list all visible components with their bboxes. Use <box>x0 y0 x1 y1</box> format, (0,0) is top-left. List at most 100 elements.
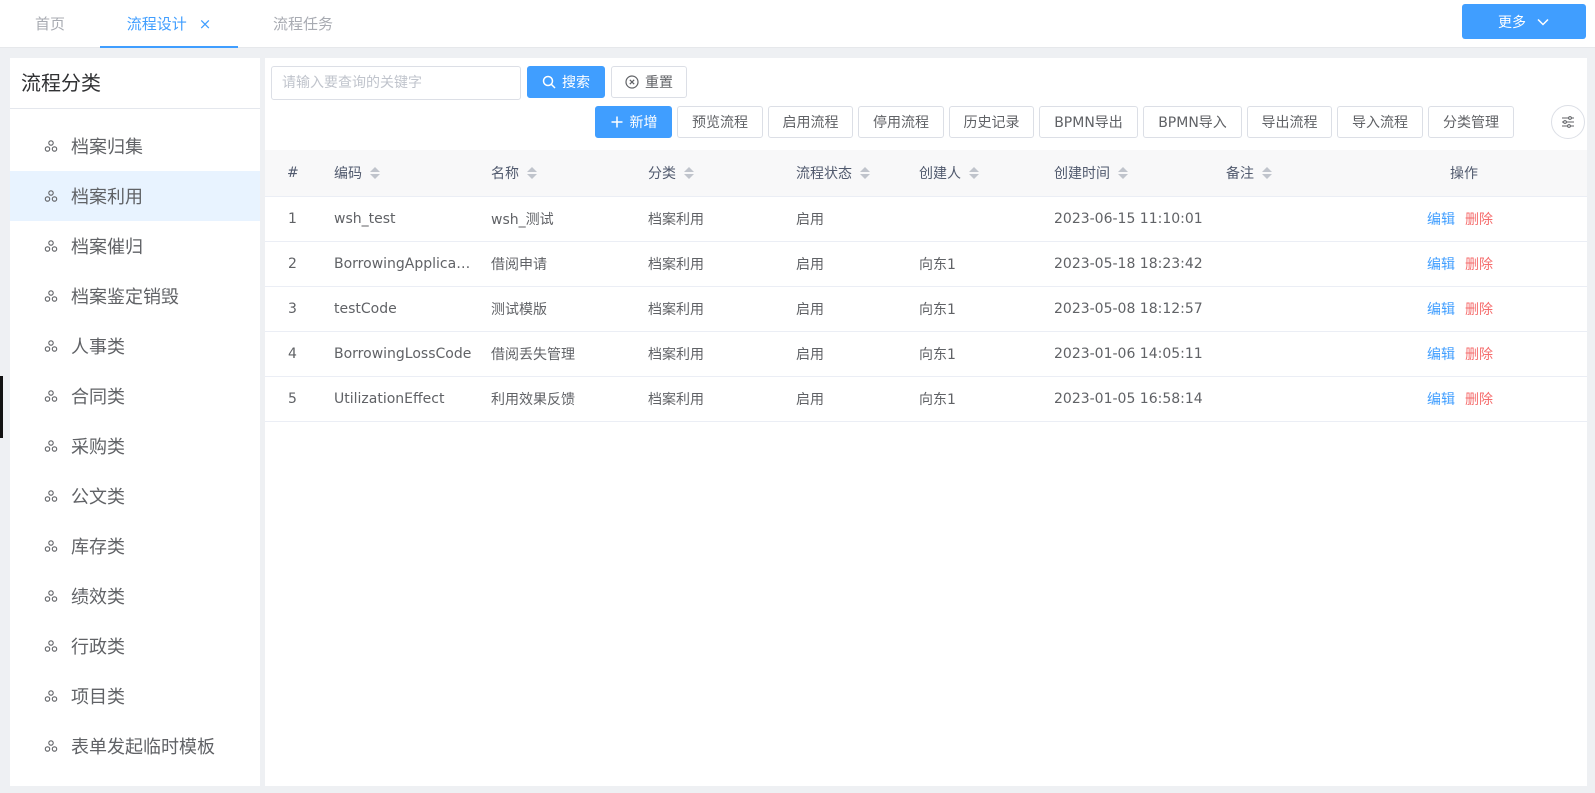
sidebar-item[interactable]: 档案催归 <box>10 221 260 271</box>
table-row[interactable]: 4 BorrowingLossCode 借阅丢失管理 档案利用 启用 向东1 2… <box>265 332 1587 377</box>
sort-icon[interactable] <box>370 167 380 179</box>
table-row[interactable]: 3 testCode 测试模版 档案利用 启用 向东1 2023-05-08 1… <box>265 287 1587 332</box>
cell-index: 4 <box>288 346 297 362</box>
category-node-icon <box>44 489 58 503</box>
category-node-icon <box>44 239 58 253</box>
sort-icon[interactable] <box>684 167 694 179</box>
sort-icon[interactable] <box>969 167 979 179</box>
column-settings-button[interactable] <box>1551 105 1585 139</box>
close-icon[interactable]: × <box>199 15 212 33</box>
sidebar-item-label: 档案催归 <box>71 237 143 258</box>
cell-category: 档案利用 <box>648 392 704 408</box>
cell-created: 2023-01-06 14:05:11 <box>1054 346 1203 362</box>
sidebar-item[interactable]: 合同类 <box>10 371 260 421</box>
header-remark-label: 备注 <box>1226 166 1254 182</box>
header-created[interactable]: 创建时间 <box>1054 163 1128 183</box>
sidebar-item-label: 库存类 <box>71 537 125 558</box>
more-button[interactable]: 更多 <box>1462 4 1586 39</box>
header-status[interactable]: 流程状态 <box>796 163 870 183</box>
sidebar-item-label: 合同类 <box>71 387 125 408</box>
reset-button[interactable]: 重置 <box>611 66 687 98</box>
sidebar-item[interactable]: 档案利用 <box>10 171 260 221</box>
sort-icon[interactable] <box>527 167 537 179</box>
sort-icon[interactable] <box>1262 167 1272 179</box>
export-process-button[interactable]: 导出流程 <box>1247 106 1332 138</box>
cell-name: 借阅丢失管理 <box>491 347 575 363</box>
header-creator[interactable]: 创建人 <box>919 163 979 183</box>
cell-creator: 向东1 <box>919 392 956 408</box>
delete-link[interactable]: 删除 <box>1465 302 1493 318</box>
sidebar-item[interactable]: 行政类 <box>10 621 260 671</box>
cell-code: testCode <box>334 301 397 317</box>
edit-link[interactable]: 编辑 <box>1427 347 1455 363</box>
edit-link[interactable]: 编辑 <box>1427 392 1455 408</box>
cell-creator: 向东1 <box>919 347 956 363</box>
header-category[interactable]: 分类 <box>648 163 694 183</box>
history-button[interactable]: 历史记录 <box>949 106 1034 138</box>
sidebar-item[interactable]: 采购类 <box>10 421 260 471</box>
sidebar-title: 流程分类 <box>10 58 260 109</box>
delete-link[interactable]: 删除 <box>1465 347 1493 363</box>
cell-category: 档案利用 <box>648 347 704 363</box>
enable-process-button[interactable]: 启用流程 <box>768 106 853 138</box>
delete-link[interactable]: 删除 <box>1465 392 1493 408</box>
reset-button-label: 重置 <box>645 75 673 91</box>
search-input[interactable] <box>271 66 521 100</box>
sidebar-item[interactable]: 人事类 <box>10 321 260 371</box>
process-table: # 编码 名称 分类 流程状态 创建人 创建时间 备注 操作 1 wsh_tes… <box>265 150 1587 422</box>
preview-process-button[interactable]: 预览流程 <box>677 106 763 138</box>
table-row[interactable]: 2 BorrowingApplicat... 借阅申请 档案利用 启用 向东1 … <box>265 242 1587 287</box>
sidebar-item[interactable]: 表单发起临时模板 <box>10 721 260 771</box>
main-panel: 搜索 重置 新增 预览流程 启用流程 停用流程 历史记录 BPMN导出 BPMN… <box>265 58 1587 786</box>
header-remark[interactable]: 备注 <box>1226 163 1272 183</box>
delete-link[interactable]: 删除 <box>1465 257 1493 273</box>
sidebar-item-label: 表单发起临时模板 <box>71 737 215 758</box>
tab-home[interactable]: 首页 <box>20 0 80 48</box>
category-node-icon <box>44 339 58 353</box>
tab-process-design-label: 流程设计 <box>126 15 187 33</box>
edit-link[interactable]: 编辑 <box>1427 302 1455 318</box>
sidebar-item-label: 档案利用 <box>71 187 143 208</box>
header-code[interactable]: 编码 <box>334 163 380 183</box>
cell-created: 2023-05-18 18:23:42 <box>1054 256 1203 272</box>
table-row[interactable]: 5 UtilizationEffect 利用效果反馈 档案利用 启用 向东1 2… <box>265 377 1587 422</box>
sidebar-item-label: 人事类 <box>71 337 125 358</box>
add-button[interactable]: 新增 <box>595 106 672 138</box>
sidebar-item[interactable]: 档案鉴定销毁 <box>10 271 260 321</box>
bpmn-import-button[interactable]: BPMN导入 <box>1143 106 1242 138</box>
cell-creator: 向东1 <box>919 257 956 273</box>
sidebar-item[interactable]: 档案归集 <box>10 121 260 171</box>
header-index: # <box>287 165 299 181</box>
cell-category: 档案利用 <box>648 212 704 228</box>
search-icon <box>542 75 556 89</box>
tab-process-design[interactable]: 流程设计 × <box>100 0 238 48</box>
category-manage-button[interactable]: 分类管理 <box>1428 106 1514 138</box>
delete-link[interactable]: 删除 <box>1465 212 1493 228</box>
tab-process-tasks[interactable]: 流程任务 <box>258 0 348 48</box>
header-name[interactable]: 名称 <box>491 163 537 183</box>
table-row[interactable]: 1 wsh_test wsh_测试 档案利用 启用 2023-06-15 11:… <box>265 197 1587 242</box>
sort-icon[interactable] <box>860 167 870 179</box>
sliders-icon <box>1562 116 1574 128</box>
edit-link[interactable]: 编辑 <box>1427 212 1455 228</box>
edit-link[interactable]: 编辑 <box>1427 257 1455 273</box>
sidebar-item[interactable]: 绩效类 <box>10 571 260 621</box>
cell-actions: 编辑 删除 <box>1427 209 1493 229</box>
sort-icon[interactable] <box>1118 167 1128 179</box>
search-button[interactable]: 搜索 <box>527 66 605 98</box>
more-button-label: 更多 <box>1498 14 1526 31</box>
tab-home-label: 首页 <box>34 15 65 33</box>
sidebar-item[interactable]: 项目类 <box>10 671 260 721</box>
import-process-button[interactable]: 导入流程 <box>1337 106 1423 138</box>
cell-name: wsh_测试 <box>491 212 554 228</box>
category-node-icon <box>44 289 58 303</box>
sidebar-item[interactable]: 公文类 <box>10 471 260 521</box>
header-name-label: 名称 <box>491 166 519 182</box>
sidebar-item[interactable]: 库存类 <box>10 521 260 571</box>
bpmn-export-button[interactable]: BPMN导出 <box>1039 106 1138 138</box>
cell-created: 2023-05-08 18:12:57 <box>1054 301 1203 317</box>
cell-category: 档案利用 <box>648 302 704 318</box>
cell-index: 3 <box>288 301 297 317</box>
tab-process-tasks-label: 流程任务 <box>272 15 333 33</box>
disable-process-button[interactable]: 停用流程 <box>858 106 944 138</box>
